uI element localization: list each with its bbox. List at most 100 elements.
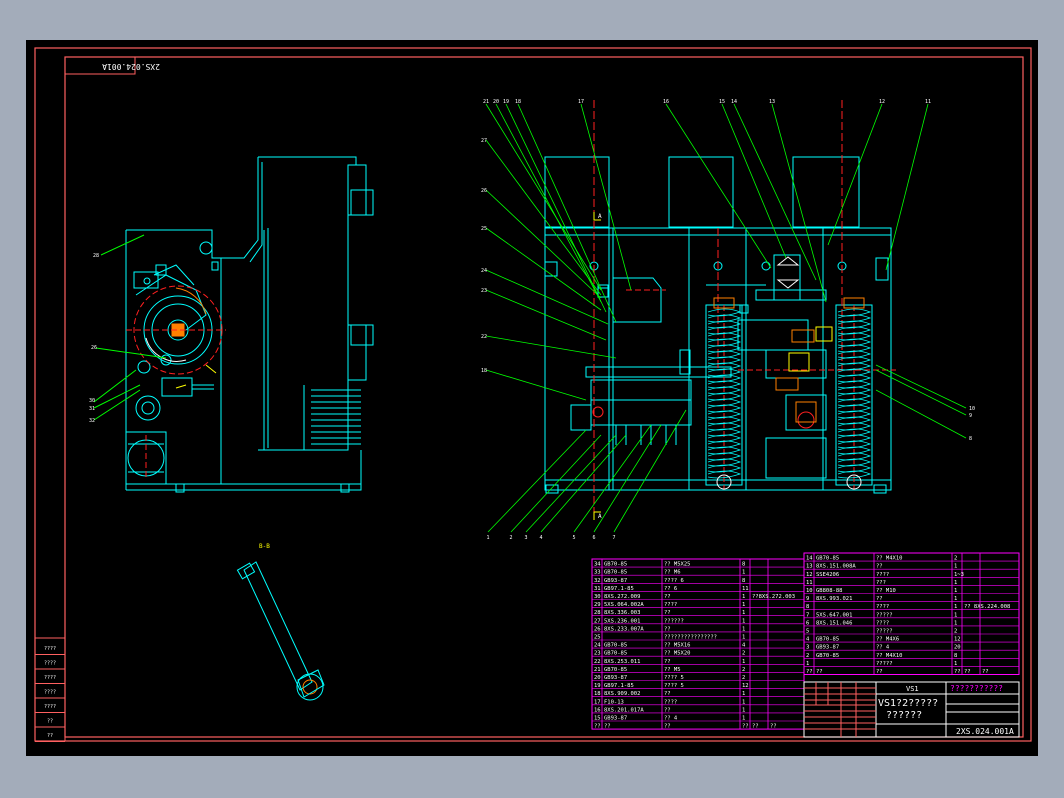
bom-cell: GB70-85 [604, 562, 627, 568]
bom-cell: ?? M6 [664, 570, 681, 576]
bom-cell: ??? [876, 580, 886, 586]
front-bottom-callout: 5 [572, 535, 575, 541]
bom-cell: 1 [742, 707, 745, 713]
bom-cell: 19 [594, 683, 601, 689]
front-top-callout: 11 [925, 99, 931, 105]
side-view-leaders [93, 234, 167, 421]
front-left-callout: 26 [481, 188, 487, 194]
bom-cell: 15 [594, 716, 601, 722]
bom-cell: 1 [954, 588, 957, 594]
bom-cell: ???? 5 [664, 683, 684, 689]
front-left-callout: 22 [481, 334, 487, 340]
front-left-callout: 24 [481, 268, 487, 274]
title-name-line2: ?????? [886, 710, 922, 721]
title-block: VS1 VS1?2????? ?????? ??????????? 2XS.02… [803, 681, 1020, 738]
bom-cell: ???? [876, 604, 889, 610]
bom-cell: 27 [594, 618, 601, 624]
bom-cell: 12 [954, 637, 961, 643]
bom-cell: ?? [664, 610, 671, 616]
bom-header-cell: ?? [982, 669, 989, 675]
left-stamp-row: ???? [44, 661, 56, 667]
front-right-callout: 9 [969, 413, 972, 419]
title-drawing-number: 2XS.024.001A [956, 727, 1014, 736]
bom-header-cell: ?? [816, 669, 823, 675]
side-view-callouts: 28 26 30 31 32 [89, 253, 99, 424]
bom-cell: 9 [806, 596, 809, 602]
bom-cell: 1 [954, 596, 957, 602]
left-stamp-row: ?? [47, 719, 53, 725]
cad-viewport[interactable]: 2XS.024.001A ???????????????????????? 28… [26, 40, 1038, 756]
front-left-callout: 18 [481, 368, 487, 374]
bom-cell: 8XS.336.003 [604, 610, 640, 616]
front-top-callout: 17 [578, 99, 584, 105]
front-top-callout: 12 [879, 99, 885, 105]
bom-cell: 8 [806, 604, 809, 610]
bom-cell: ???? 6 [664, 578, 684, 584]
bom-cell: 32 [594, 578, 601, 584]
front-top-callout: 14 [731, 99, 737, 105]
left-stamp-row: ???? [44, 690, 56, 696]
bom-cell: ?? M4X10 [876, 653, 903, 659]
front-top-callout: 15 [719, 99, 725, 105]
bom-header-cell: ?? [604, 724, 611, 730]
bom-cell: ?? M5X20 [664, 651, 691, 657]
bom-cell: ?? [876, 596, 883, 602]
side-callout-number: 26 [91, 345, 97, 351]
bom-cell: 10 [806, 588, 813, 594]
bom-cell: 16 [594, 707, 601, 713]
bom-header-cell: ?? [954, 669, 961, 675]
front-view-accents [592, 100, 896, 520]
bom-header-cell: ?? [770, 724, 777, 730]
bom-cell: ???? [664, 699, 677, 705]
bom-cell: 8XS.151.008A [816, 564, 856, 570]
section-label-top: A [598, 213, 602, 220]
bom-cell: GB97.1-85 [604, 586, 634, 592]
left-stamp-row: ???? [44, 646, 56, 652]
bom-cell: 3 [806, 645, 809, 651]
bom-cell: 8 [954, 653, 957, 659]
front-view-leaders [485, 103, 967, 533]
bom-cell: SSE4206 [816, 572, 839, 578]
bom-cell: 8 [742, 562, 745, 568]
side-callout-number: 32 [89, 418, 95, 424]
bom-cell: 28 [594, 610, 601, 616]
bom-cell: 1 [954, 612, 957, 618]
bom-cell: 1~3 [954, 572, 964, 578]
left-stamp-column: ???????????????????????? [34, 637, 66, 742]
bom-cell: ???? [664, 602, 677, 608]
bom-cell: 1 [742, 626, 745, 632]
bom-cell: 11 [806, 580, 813, 586]
front-bottom-callout: 7 [612, 535, 615, 541]
bom-cell: 23 [594, 651, 601, 657]
bom-cell: ?? 4 [664, 716, 678, 722]
bom-cell: ?? M4X6 [876, 637, 899, 643]
front-bottom-callout: 4 [539, 535, 542, 541]
bom-cell: 1 [954, 661, 957, 667]
bom-cell: GB93-87 [816, 645, 839, 651]
left-stamp-row: ???? [44, 704, 56, 710]
bom-cell: 12 [742, 683, 749, 689]
side-view [125, 156, 374, 493]
bom-cell: GB808-88 [816, 588, 843, 594]
bom-cell: ?? [664, 626, 671, 632]
bom-cell: ?? 6 [664, 586, 677, 592]
bom-table-right: 14 GB70-85?? M4X10 213 8XS.151.008A?? 112 SSE… [803, 552, 1020, 675]
bom-cell: ?? M10 [876, 588, 896, 594]
bom-cell: 1 [742, 691, 745, 697]
bom-cell: 8XS.151.046 [816, 620, 852, 626]
bom-cell: GB70-85 [604, 570, 627, 576]
front-left-callout: 23 [481, 288, 487, 294]
front-bottom-callout: 1 [486, 535, 489, 541]
bom-cell: ?? [876, 564, 883, 570]
mirrored-stamp-text: 2XS.024.001A [102, 62, 160, 71]
bom-cell: 1 [742, 602, 745, 608]
bom-cell: ?? 4 [876, 645, 890, 651]
bom-cell: 8XS.253.011 [604, 659, 640, 665]
front-view [544, 156, 892, 494]
front-bottom-callout: 2 [509, 535, 512, 541]
bom-cell: 12 [806, 572, 813, 578]
bom-cell: 11 [742, 586, 749, 592]
bom-cell: ?? [664, 659, 671, 665]
bom-cell: 20 [954, 645, 961, 651]
bom-header-cell: ?? [876, 669, 883, 675]
